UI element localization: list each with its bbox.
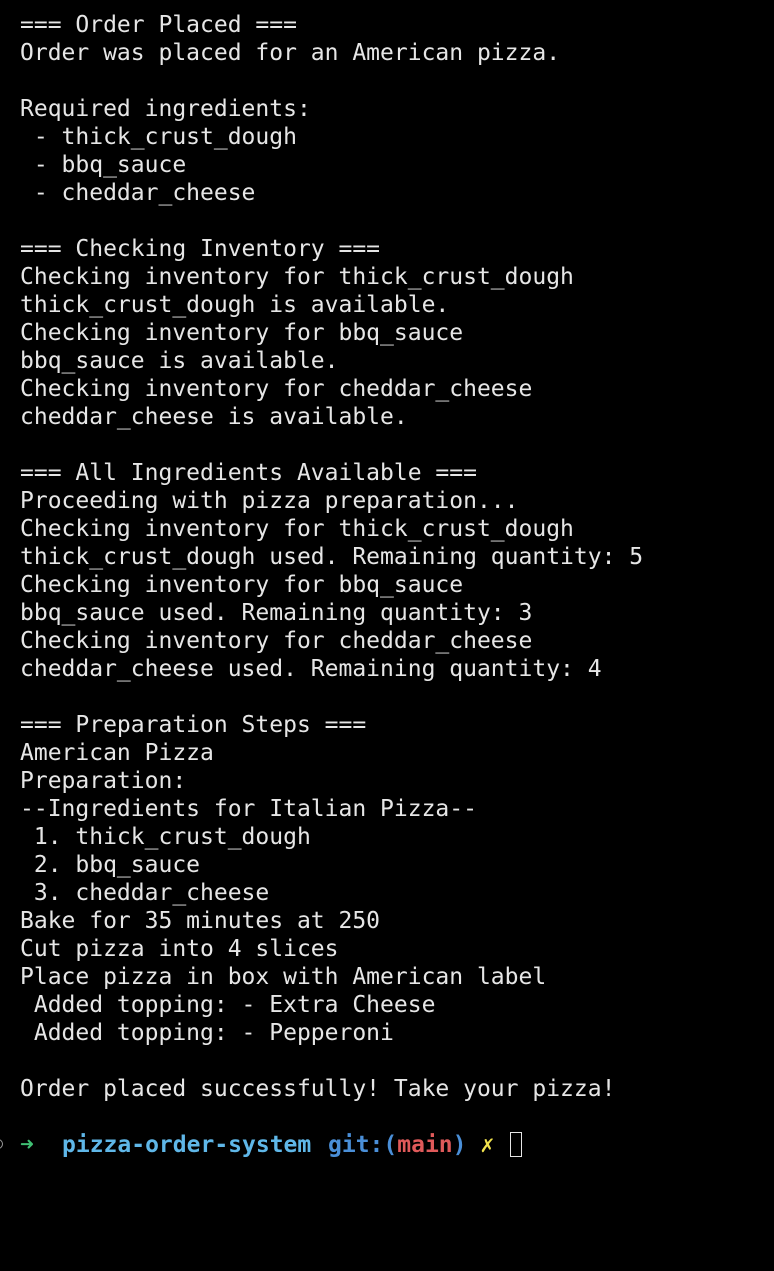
terminal-line: Required ingredients: [20, 96, 311, 122]
terminal-line: Place pizza in box with American label [20, 964, 547, 990]
prompt-git-label: git:( [328, 1132, 398, 1158]
terminal-line: Checking inventory for bbq_sauce [20, 572, 464, 598]
terminal-line: - bbq_sauce [20, 152, 187, 178]
terminal-line: 3. cheddar_cheese [20, 880, 270, 906]
terminal-line: Order was placed for an American pizza. [20, 40, 561, 66]
terminal-line: cheddar_cheese used. Remaining quantity:… [20, 656, 602, 682]
terminal-line: Checking inventory for thick_crust_dough [20, 264, 574, 290]
terminal-line: Checking inventory for thick_crust_dough [20, 516, 574, 542]
terminal-line: === All Ingredients Available === [20, 460, 477, 486]
terminal-output: === Order Placed === Order was placed for… [20, 11, 774, 1103]
terminal-line: === Preparation Steps === [20, 712, 367, 738]
terminal-line: Added topping: - Pepperoni [20, 1020, 394, 1046]
terminal-line: - cheddar_cheese [20, 180, 256, 206]
terminal-line: Checking inventory for cheddar_cheese [20, 376, 533, 402]
terminal-line: Order placed successfully! Take your piz… [20, 1076, 616, 1102]
terminal-line: Cut pizza into 4 slices [20, 936, 339, 962]
terminal-line: --Ingredients for Italian Pizza-- [20, 796, 477, 822]
prompt-arrow-icon: ➜ [20, 1132, 34, 1158]
terminal-line: 1. thick_crust_dough [20, 824, 311, 850]
terminal-line: Checking inventory for bbq_sauce [20, 320, 464, 346]
prompt-git-status: git:(main) ✗ [328, 1131, 494, 1159]
terminal-line: thick_crust_dough is available. [20, 292, 450, 318]
terminal-line: bbq_sauce is available. [20, 348, 339, 374]
terminal-line: Checking inventory for cheddar_cheese [20, 628, 533, 654]
terminal-line: - thick_crust_dough [20, 124, 297, 150]
terminal-line: 2. bbq_sauce [20, 852, 201, 878]
prompt-directory: pizza-order-system [62, 1132, 312, 1158]
terminal-line: Preparation: [20, 768, 187, 794]
terminal-line: American Pizza [20, 740, 214, 766]
prompt-dirty-mark: ✗ [480, 1132, 495, 1158]
prompt-git-close: ) [452, 1132, 467, 1158]
terminal-line: Added topping: - Extra Cheese [20, 992, 436, 1018]
terminal-cursor[interactable] [510, 1132, 522, 1157]
terminal-line: Proceeding with pizza preparation... [20, 488, 519, 514]
status-circle-icon [0, 1139, 3, 1149]
shell-prompt: ➜ pizza-order-system git:(main) ✗ [0, 1131, 774, 1159]
terminal-line: bbq_sauce used. Remaining quantity: 3 [20, 600, 533, 626]
terminal-line: === Checking Inventory === [20, 236, 381, 262]
terminal-line: cheddar_cheese is available. [20, 404, 408, 430]
terminal-line: === Order Placed === [20, 12, 297, 38]
terminal-line: Bake for 35 minutes at 250 [20, 908, 381, 934]
terminal-line: thick_crust_dough used. Remaining quanti… [20, 544, 644, 570]
prompt-branch-name: main [397, 1132, 453, 1158]
